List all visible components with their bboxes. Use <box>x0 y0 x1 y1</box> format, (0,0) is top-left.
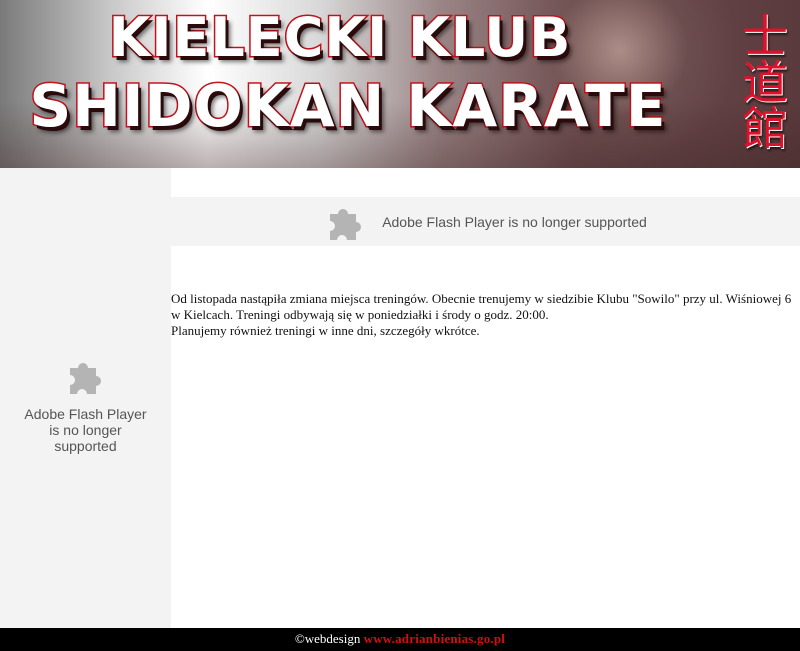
puzzle-piece-icon <box>69 363 101 394</box>
site-title-line2: SHIDOKAN KARATE <box>28 71 667 142</box>
footer-credit: ©webdesign <box>294 631 361 646</box>
main-flash-placeholder[interactable]: Adobe Flash Player is no longer supporte… <box>171 197 800 246</box>
sidebar: Adobe Flash Player is no longer supporte… <box>0 168 171 628</box>
news-paragraph: Od listopada nastąpiła zmiana miejsca tr… <box>171 291 792 322</box>
designer-link[interactable]: www.adrianbienias.go.pl <box>364 631 506 646</box>
shidokan-kanji-logo: 士道館 <box>735 12 789 150</box>
sidebar-flash-message: Adobe Flash Player is no longer supporte… <box>24 406 147 454</box>
news-content: Od listopada nastąpiła zmiana miejsca tr… <box>171 291 800 339</box>
header-banner: KIELECKI KLUB SHIDOKAN KARATE 士道館 <box>0 0 800 168</box>
site-title-line1: KIELECKI KLUB <box>107 5 572 71</box>
sidebar-flash-placeholder[interactable]: Adobe Flash Player is no longer supporte… <box>0 348 171 454</box>
footer: ©webdesign www.adrianbienias.go.pl <box>0 628 800 651</box>
main-flash-message: Adobe Flash Player is no longer supporte… <box>382 213 647 230</box>
news-paragraph: Planujemy również treningi w inne dni, s… <box>171 323 480 338</box>
puzzle-piece-icon <box>330 208 362 240</box>
